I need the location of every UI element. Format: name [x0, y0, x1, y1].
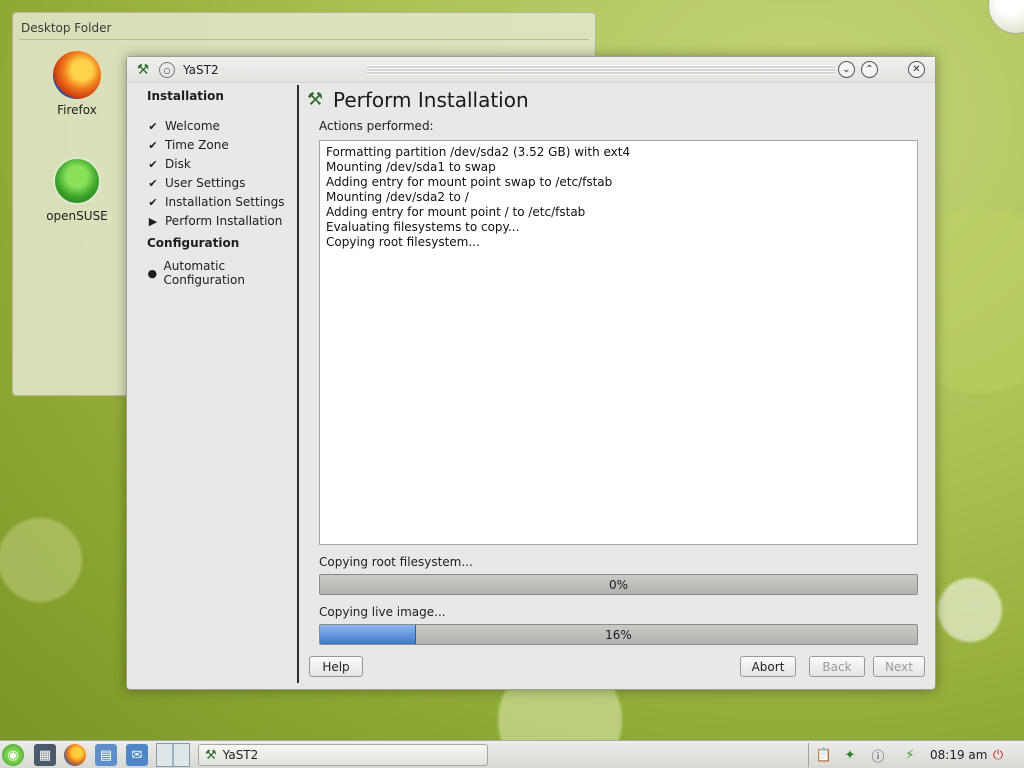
section-title-configuration: Configuration — [147, 236, 240, 250]
progress-label-live: Copying live image... — [319, 605, 446, 619]
start-menu-icon[interactable]: ◉ — [2, 744, 24, 766]
step-user-settings: ✔ User Settings — [145, 174, 245, 192]
titlebar-decoration — [367, 65, 835, 75]
step-label: Disk — [165, 157, 191, 171]
window-menu-icon[interactable]: ○ — [159, 62, 175, 78]
yast-icon: ⚒ — [205, 747, 217, 763]
main-content: ⚒ Perform Installation Actions performed… — [307, 85, 927, 681]
log-line: Mounting /dev/sda1 to swap — [326, 160, 496, 174]
help-button[interactable]: Help — [309, 656, 363, 677]
network-icon[interactable]: ✦ — [840, 744, 860, 766]
actions-log[interactable]: Formatting partition /dev/sda2 (3.52 GB)… — [319, 140, 918, 545]
desktop-corner-widget[interactable] — [988, 0, 1024, 34]
file-manager-icon[interactable]: ▤ — [95, 744, 117, 766]
window-title: YaST2 — [183, 63, 219, 77]
step-label: Automatic Configuration — [163, 259, 245, 287]
checkmark-icon: ✔ — [148, 119, 158, 133]
step-label: User Settings — [165, 176, 246, 190]
progress-bar-root: 0% — [319, 574, 918, 595]
desktop-icon-label: Firefox — [57, 103, 97, 117]
yast-window: ⚒ ○ YaST2 ⌄ ⌃ ✕ Installation ✔ Welcome ✔… — [126, 56, 936, 690]
taskbar: ◉ ▦ ▤ ✉ ⚒ YaST2 📋 ✦ ⓘ ⚡ 08:19 am ⏻ — [0, 740, 1024, 768]
clock[interactable]: 08:19 am — [930, 748, 987, 762]
section-title-installation: Installation — [147, 89, 224, 103]
firefox-icon[interactable] — [64, 744, 86, 766]
tray-separator — [808, 743, 809, 767]
battery-icon[interactable]: ⚡ — [900, 744, 920, 766]
step-label: Time Zone — [165, 138, 229, 152]
step-welcome: ✔ Welcome — [145, 117, 220, 135]
step-label: Perform Installation — [165, 214, 283, 228]
checkmark-icon: ✔ — [148, 195, 158, 209]
step-label: Installation Settings — [165, 195, 285, 209]
log-line: Formatting partition /dev/sda2 (3.52 GB)… — [326, 145, 631, 159]
window-titlebar[interactable]: ⚒ ○ YaST2 ⌄ ⌃ ✕ — [127, 57, 935, 83]
desktop-icon-opensuse[interactable]: openSUSE — [37, 157, 117, 223]
progress-bar-live: 16% — [319, 624, 918, 645]
opensuse-icon — [53, 157, 101, 205]
step-time-zone: ✔ Time Zone — [145, 136, 229, 154]
close-icon[interactable]: ✕ — [908, 61, 925, 78]
checkmark-icon: ✔ — [148, 176, 158, 190]
step-perform-installation: ▶ Perform Installation — [145, 212, 283, 230]
system-tools-icon[interactable]: ▦ — [34, 744, 56, 766]
desktop-pager[interactable] — [156, 743, 190, 767]
checkmark-icon: ✔ — [148, 157, 158, 171]
progress-label-root: Copying root filesystem... — [319, 555, 473, 569]
log-line: Evaluating filesystems to copy... — [326, 220, 520, 234]
step-disk: ✔ Disk — [145, 155, 191, 173]
steps-sidebar: Installation ✔ Welcome ✔ Time Zone ✔ Dis… — [133, 85, 299, 683]
yast-icon: ⚒ — [307, 89, 324, 110]
next-button[interactable]: Next — [873, 656, 925, 677]
folder-divider — [19, 39, 589, 40]
log-line: Mounting /dev/sda2 to / — [326, 190, 469, 204]
log-line: Adding entry for mount point / to /etc/f… — [326, 205, 586, 219]
arrow-right-icon: ▶ — [148, 214, 158, 228]
chevron-up-icon[interactable]: ⌃ — [861, 61, 878, 78]
progress-percent: 16% — [605, 628, 632, 642]
clipboard-icon[interactable]: 📋 — [814, 744, 834, 766]
progress-percent: 0% — [608, 578, 629, 592]
step-installation-settings: ✔ Installation Settings — [145, 193, 285, 211]
yast-icon: ⚒ — [136, 62, 150, 78]
step-label: Welcome — [165, 119, 220, 133]
back-button[interactable]: Back — [809, 656, 865, 677]
log-label: Actions performed: — [319, 119, 434, 133]
chevron-down-icon[interactable]: ⌄ — [838, 61, 855, 78]
abort-button[interactable]: Abort — [740, 656, 796, 677]
desktop-icon-firefox[interactable]: Firefox — [37, 51, 117, 117]
task-label: YaST2 — [222, 748, 259, 762]
firefox-icon — [53, 51, 101, 99]
bullet-icon: ● — [147, 266, 158, 280]
step-automatic-configuration: ● Automatic Configuration — [145, 259, 297, 287]
info-icon[interactable]: ⓘ — [868, 744, 888, 766]
taskbar-task-yast[interactable]: ⚒ YaST2 — [198, 744, 488, 766]
mail-icon[interactable]: ✉ — [126, 744, 148, 766]
page-title: Perform Installation — [333, 88, 529, 112]
log-line: Copying root filesystem... — [326, 235, 480, 249]
checkmark-icon: ✔ — [148, 138, 158, 152]
desktop-folder-title: Desktop Folder — [21, 21, 112, 35]
power-icon[interactable]: ⏻ — [988, 744, 1008, 766]
desktop-icon-label: openSUSE — [46, 209, 108, 223]
log-line: Adding entry for mount point swap to /et… — [326, 175, 613, 189]
